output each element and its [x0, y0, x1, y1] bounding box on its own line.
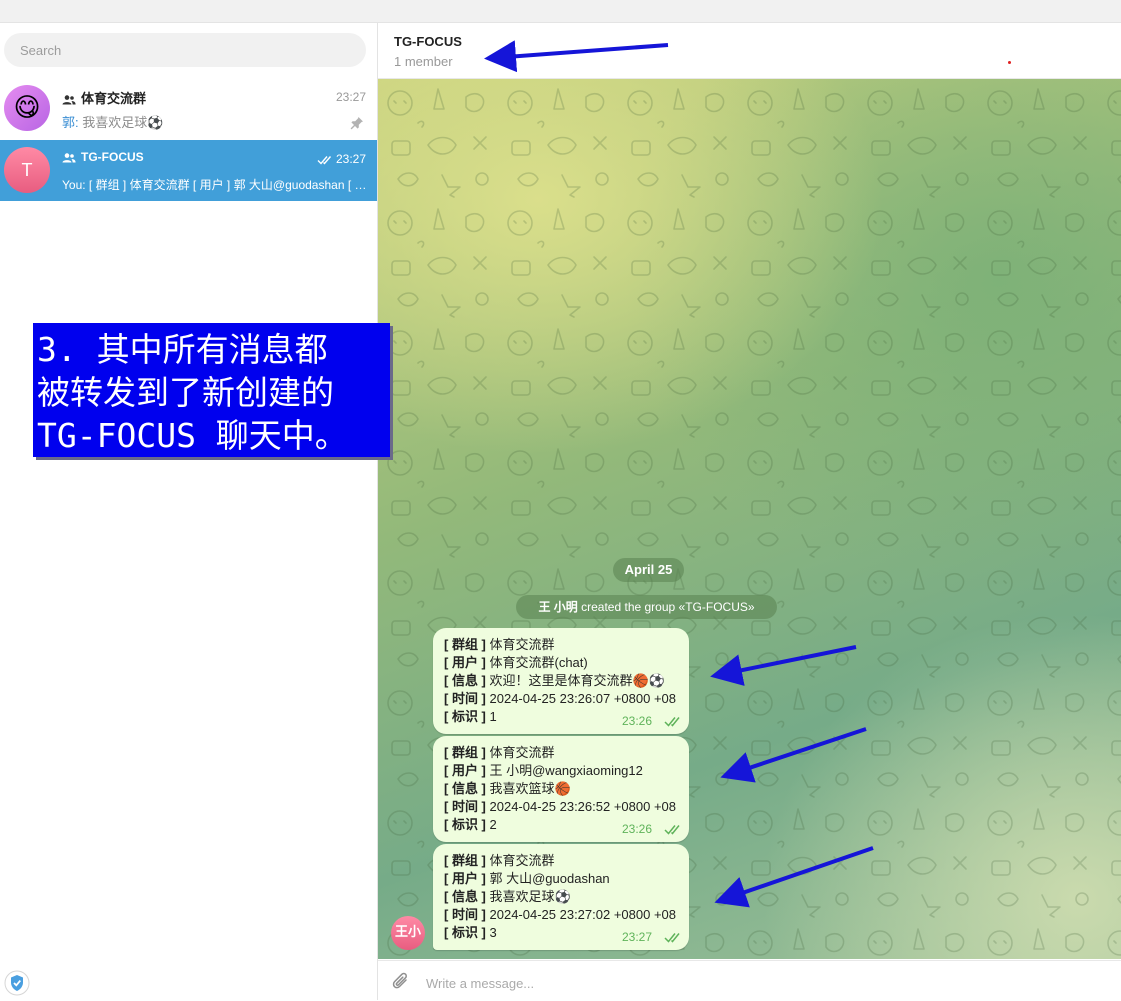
value-info: 我喜欢篮球🏀 [485, 781, 571, 796]
chat-header-title: TG-FOCUS [394, 34, 462, 49]
value-user: 郭 大山@guodashan [485, 871, 610, 886]
chat-title: TG-FOCUS [62, 150, 144, 164]
date-separator: April 25 [613, 558, 684, 582]
double-check-icon [664, 933, 680, 943]
msg-group-line: [ 群组 ] 体育交流群 [444, 852, 555, 870]
label-info: [ 信息 ] [444, 781, 486, 796]
value-id: 2 [485, 817, 497, 832]
message-bubble[interactable]: [ 群组 ] 体育交流群 [ 用户 ] 王 小明@wangxiaoming12 … [433, 736, 689, 842]
label-time: [ 时间 ] [444, 691, 486, 706]
service-text: created the group «TG-FOCUS» [577, 600, 755, 614]
message-time: 23:27 [622, 930, 653, 944]
msg-group-line: [ 群组 ] 体育交流群 [444, 744, 555, 762]
msg-user-line: [ 用户 ] 王 小明@wangxiaoming12 [444, 762, 643, 780]
group-icon [62, 94, 76, 105]
annotation-line: 3. 其中所有消息都 [37, 330, 328, 369]
message-composer [378, 960, 1121, 1001]
label-group: [ 群组 ] [444, 745, 486, 760]
sender-avatar[interactable]: 王小 [391, 916, 425, 950]
label-time: [ 时间 ] [444, 799, 486, 814]
msg-info-line: [ 信息 ] 我喜欢足球⚽ [444, 888, 571, 906]
shield-check-icon[interactable] [4, 970, 30, 996]
annotation-line: 被转发到了新创建的 [37, 373, 334, 412]
double-check-icon [317, 155, 332, 165]
avatar: 😋 [4, 85, 50, 131]
label-id: [ 标识 ] [444, 817, 486, 832]
chat-header-member-count: 1 member [394, 54, 453, 69]
value-info: 欢迎！这里是体育交流群🏀⚽ [485, 673, 665, 688]
preview-sender: 郭: [62, 115, 79, 130]
red-dot-mark [1008, 61, 1011, 64]
msg-user-line: [ 用户 ] 郭 大山@guodashan [444, 870, 610, 888]
chat-title: 体育交流群 [62, 88, 146, 107]
annotation-line: TG-FOCUS 聊天中。 [37, 416, 348, 455]
label-user: [ 用户 ] [444, 655, 486, 670]
value-id: 3 [485, 925, 497, 940]
value-group: 体育交流群 [485, 745, 555, 760]
value-info: 我喜欢足球⚽ [485, 889, 571, 904]
service-actor: 王 小明 [538, 600, 578, 614]
label-user: [ 用户 ] [444, 763, 486, 778]
chat-item-sports-group[interactable]: 😋 体育交流群 23:27 郭: 我喜欢足球⚽ [0, 78, 377, 139]
chat-preview: 郭: 我喜欢足球⚽ [62, 112, 368, 131]
double-check-icon [664, 717, 680, 727]
message-bubble[interactable]: [ 群组 ] 体育交流群 [ 用户 ] 体育交流群(chat) [ 信息 ] 欢… [433, 628, 689, 734]
search-input[interactable] [4, 33, 366, 67]
label-id: [ 标识 ] [444, 925, 486, 940]
chat-title-text: 体育交流群 [81, 91, 147, 106]
window-top-bar [0, 0, 1121, 23]
msg-time-line: [ 时间 ] 2024-04-25 23:26:07 +0800 +08 [444, 690, 676, 708]
group-icon [62, 153, 76, 163]
msg-id-line: [ 标识 ] 1 [444, 708, 497, 726]
value-user: 王 小明@wangxiaoming12 [485, 763, 643, 778]
chat-time: 23:27 [317, 152, 366, 166]
chat-header[interactable]: TG-FOCUS 1 member [378, 23, 1121, 79]
double-check-icon [664, 825, 680, 835]
value-user: 体育交流群(chat) [485, 655, 588, 670]
value-time: 2024-04-25 23:26:07 +0800 +08 [485, 691, 677, 706]
chat-list-sidebar: 😋 体育交流群 23:27 郭: 我喜欢足球⚽ T TG-FOCUS 23:27… [0, 23, 378, 1000]
preview-text: 我喜欢足球⚽ [82, 115, 164, 130]
paperclip-icon[interactable] [391, 971, 411, 993]
message-time: 23:26 [622, 714, 653, 728]
chat-time: 23:27 [335, 90, 366, 104]
msg-id-line: [ 标识 ] 2 [444, 816, 497, 834]
label-time: [ 时间 ] [444, 907, 486, 922]
value-group: 体育交流群 [485, 637, 555, 652]
service-message: 王 小明 created the group «TG-FOCUS» [516, 595, 777, 619]
value-time: 2024-04-25 23:27:02 +0800 +08 [485, 907, 677, 922]
msg-time-line: [ 时间 ] 2024-04-25 23:26:52 +0800 +08 [444, 798, 676, 816]
chat-title-text: TG-FOCUS [81, 150, 144, 164]
label-info: [ 信息 ] [444, 889, 486, 904]
avatar: T [4, 147, 50, 193]
chat-item-tg-focus[interactable]: T TG-FOCUS 23:27 You: [ 群组 ] 体育交流群 [ 用户 … [0, 140, 377, 201]
chat-preview: You: [ 群组 ] 体育交流群 [ 用户 ] 郭 大山@guodashan … [62, 178, 368, 192]
msg-id-line: [ 标识 ] 3 [444, 924, 497, 942]
label-group: [ 群组 ] [444, 853, 486, 868]
msg-info-line: [ 信息 ] 欢迎！这里是体育交流群🏀⚽ [444, 672, 665, 690]
message-input[interactable] [424, 969, 1108, 997]
msg-info-line: [ 信息 ] 我喜欢篮球🏀 [444, 780, 571, 798]
msg-user-line: [ 用户 ] 体育交流群(chat) [444, 654, 588, 672]
value-id: 1 [485, 709, 497, 724]
msg-group-line: [ 群组 ] 体育交流群 [444, 636, 555, 654]
label-info: [ 信息 ] [444, 673, 486, 688]
value-group: 体育交流群 [485, 853, 555, 868]
annotation-callout: 3. 其中所有消息都 被转发到了新创建的 TG-FOCUS 聊天中。 [33, 323, 390, 457]
label-id: [ 标识 ] [444, 709, 486, 724]
message-bubble[interactable]: [ 群组 ] 体育交流群 [ 用户 ] 郭 大山@guodashan [ 信息 … [433, 844, 689, 950]
pin-icon [350, 117, 363, 130]
msg-time-line: [ 时间 ] 2024-04-25 23:27:02 +0800 +08 [444, 906, 676, 924]
chat-time-text: 23:27 [335, 152, 366, 166]
message-time: 23:26 [622, 822, 653, 836]
value-time: 2024-04-25 23:26:52 +0800 +08 [485, 799, 677, 814]
label-user: [ 用户 ] [444, 871, 486, 886]
label-group: [ 群组 ] [444, 637, 486, 652]
